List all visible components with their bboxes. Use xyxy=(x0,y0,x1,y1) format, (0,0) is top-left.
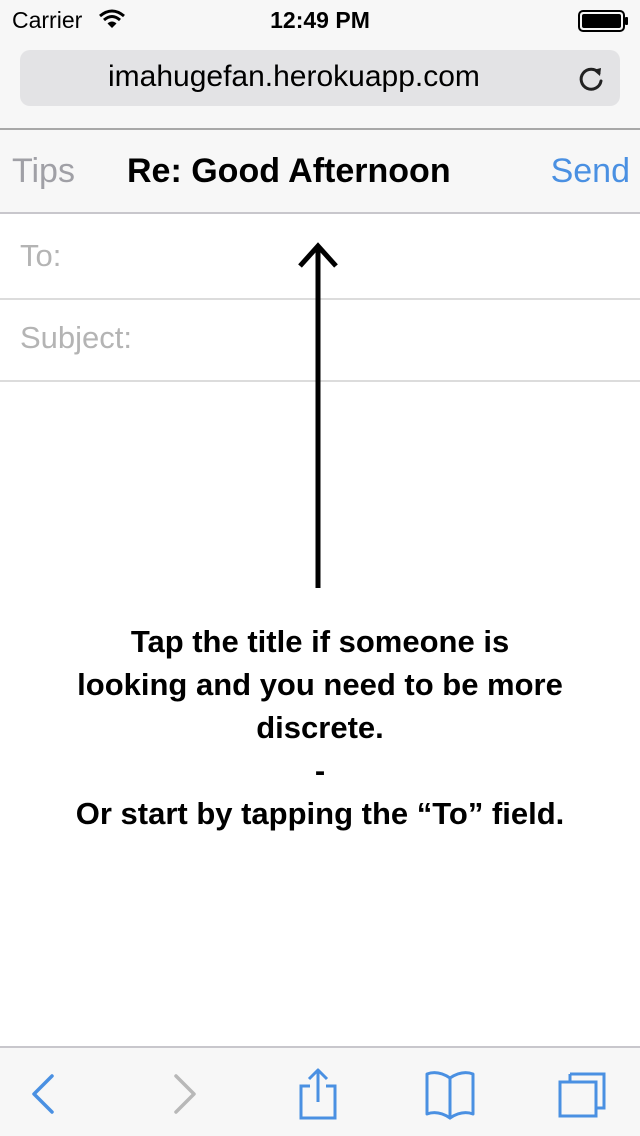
browser-address-bar: imahugefan.herokuapp.com xyxy=(0,40,640,130)
instruction-separator: - xyxy=(314,753,326,788)
status-time: 12:49 PM xyxy=(270,7,370,33)
battery-icon xyxy=(578,10,628,32)
share-icon[interactable] xyxy=(292,1068,344,1120)
status-bar: Carrier 12:49 PM xyxy=(0,0,640,40)
up-arrow-icon xyxy=(298,242,338,588)
url-text: imahugefan.herokuapp.com xyxy=(108,60,480,93)
compose-title[interactable]: Re: Good Afternoon xyxy=(127,152,451,191)
instruction-line: discrete. xyxy=(256,710,384,745)
browser-toolbar xyxy=(0,1046,640,1136)
screen: Carrier 12:49 PM imahugefan.herokuapp.co… xyxy=(0,0,640,1136)
bookmarks-icon[interactable] xyxy=(424,1068,476,1120)
instruction-line: Tap the title if someone is xyxy=(130,624,510,659)
back-icon[interactable] xyxy=(20,1068,72,1120)
url-field[interactable]: imahugefan.herokuapp.com xyxy=(20,50,620,106)
to-label: To: xyxy=(20,238,62,273)
instruction-line: looking and you need to be more xyxy=(77,667,563,702)
tips-button[interactable]: Tips xyxy=(12,152,75,191)
forward-icon[interactable] xyxy=(158,1068,210,1120)
send-button[interactable]: Send xyxy=(551,152,630,191)
compose-nav-bar: Tips Re: Good Afternoon Send xyxy=(0,130,640,214)
instruction-line: Or start by tapping the “To” field. xyxy=(75,796,565,831)
tabs-icon[interactable] xyxy=(556,1068,608,1120)
subject-label: Subject: xyxy=(20,320,133,355)
instructions: Tap the title if someone is looking and … xyxy=(0,620,640,835)
reload-icon[interactable] xyxy=(576,64,606,94)
